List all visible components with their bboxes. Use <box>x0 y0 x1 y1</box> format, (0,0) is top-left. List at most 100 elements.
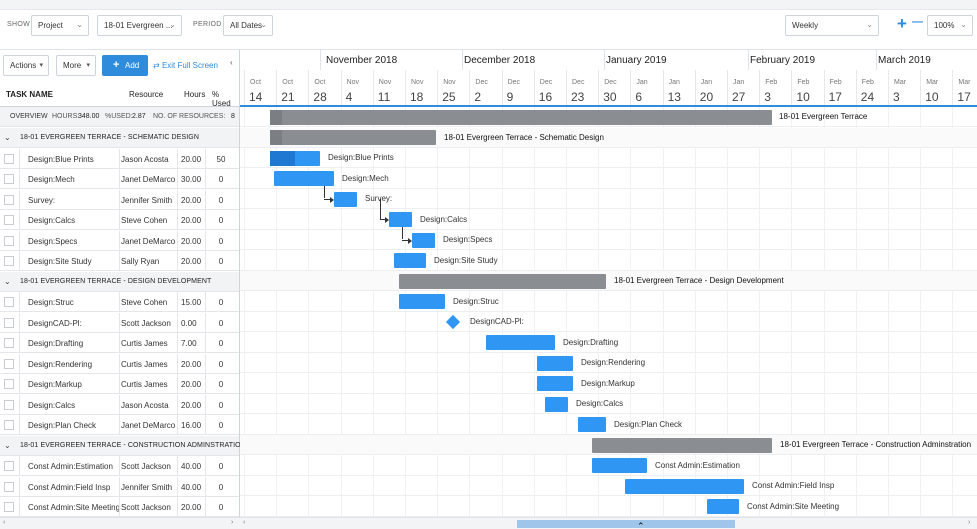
task-row[interactable]: Design:Calcs Jason Acosta 20.00 0 <box>0 394 239 415</box>
column-task-name[interactable]: TASK NAME <box>6 90 53 99</box>
column-divider <box>119 148 120 169</box>
gantt-row <box>240 497 977 517</box>
task-row[interactable]: Design:Struc Steve Cohen 15.00 0 <box>0 292 239 312</box>
gantt-row <box>240 476 977 496</box>
overview-row: OVERVIEW HOURS: 348.00 %USED: 2.87 NO. O… <box>0 107 239 127</box>
scrollbar-thumb[interactable] <box>517 520 735 528</box>
zoom-in-button[interactable]: + <box>897 14 907 34</box>
task-bar[interactable] <box>486 335 555 350</box>
task-row[interactable]: Survey: Jennifer Smith 20.00 0 <box>0 189 239 210</box>
show-select[interactable]: Project ⌄ <box>31 15 89 36</box>
scroll-left-icon[interactable]: ‹ <box>243 519 245 526</box>
week-column-header: Nov 18 <box>405 70 437 105</box>
exit-fullscreen-button[interactable]: ⇄ Exit Full Screen <box>153 61 218 70</box>
column-hours[interactable]: Hours <box>184 90 205 99</box>
zoom-out-button[interactable]: — <box>912 16 923 28</box>
toolbar: SHOW Project ⌄ 18-01 Evergreen ... ⌄ PER… <box>0 10 977 50</box>
top-strip <box>0 0 977 10</box>
chevron-down-icon[interactable]: ⌄ <box>4 133 11 142</box>
task-row[interactable]: Design:Blue Prints Jason Acosta 20.00 50 <box>0 148 239 169</box>
task-bar[interactable] <box>412 232 435 248</box>
row-checkbox[interactable] <box>4 153 14 164</box>
task-bar[interactable] <box>274 171 334 186</box>
task-row[interactable]: Design:Rendering Curtis James 20.00 0 <box>0 353 239 374</box>
scroll-right-icon[interactable]: › <box>231 519 233 526</box>
row-checkbox[interactable] <box>4 297 14 307</box>
summary-bar[interactable] <box>270 130 436 145</box>
column-resource[interactable]: Resource <box>129 90 163 99</box>
task-row[interactable]: Design:Markup Curtis James 20.00 0 <box>0 374 239 394</box>
row-checkbox[interactable] <box>4 399 14 410</box>
week-day: 11 <box>377 90 391 104</box>
summary-bar[interactable] <box>592 437 772 453</box>
row-checkbox[interactable] <box>4 174 14 184</box>
row-checkbox[interactable] <box>4 194 14 205</box>
task-resource: Curtis James <box>121 339 168 348</box>
task-bar[interactable] <box>545 396 568 412</box>
task-bar[interactable] <box>537 355 573 371</box>
collapse-panel-icon[interactable]: ‹ <box>230 58 233 67</box>
summary-bar[interactable] <box>399 273 606 289</box>
row-checkbox[interactable] <box>4 420 14 430</box>
overview-bar[interactable] <box>270 109 772 125</box>
task-bar[interactable] <box>625 478 744 494</box>
task-bar[interactable] <box>537 376 573 391</box>
week-day: 9 <box>506 90 514 104</box>
task-pct-used: 0 <box>218 400 224 410</box>
row-checkbox[interactable] <box>4 481 14 492</box>
task-bar[interactable] <box>334 191 357 207</box>
task-bar[interactable] <box>389 212 412 227</box>
week-column-header: Dec 30 <box>598 70 630 105</box>
week-month: Nov <box>346 79 360 86</box>
task-row[interactable]: DesignCAD-Pl: Scott Jackson 0.00 0 <box>0 312 239 333</box>
task-bar[interactable] <box>270 150 320 166</box>
used-label: %USED: <box>105 113 133 120</box>
task-row[interactable]: Design:Specs Janet DeMarco 20.00 0 <box>0 230 239 251</box>
task-row[interactable]: Design:Calcs Steve Cohen 20.00 0 <box>0 210 239 230</box>
task-bar[interactable] <box>394 253 426 268</box>
zoom-select[interactable]: 100% ⌄ <box>927 15 973 36</box>
row-checkbox[interactable] <box>4 215 14 225</box>
row-checkbox[interactable] <box>4 256 14 266</box>
task-bar[interactable] <box>399 294 445 309</box>
group-row[interactable]: ⌄ 18-01 EVERGREEN TERRACE - DESIGN DEVELO… <box>0 271 239 292</box>
chevron-down-icon[interactable]: ⌄ <box>4 441 11 450</box>
task-bar[interactable] <box>707 499 739 514</box>
row-checkbox[interactable] <box>4 235 14 246</box>
task-resource: Jennifer Smith <box>121 482 173 492</box>
week-day: 24 <box>860 90 875 104</box>
task-name: Design:Plan Check <box>28 421 97 430</box>
column-divider <box>177 189 178 210</box>
task-bar[interactable] <box>578 417 606 432</box>
task-row[interactable]: Design:Plan Check Janet DeMarco 16.00 0 <box>0 415 239 435</box>
group-row[interactable]: ⌄ 18-01 EVERGREEN TERRACE - SCHEMATIC DES… <box>0 128 239 148</box>
task-row[interactable]: Design:Drafting Curtis James 7.00 0 <box>0 333 239 353</box>
task-bar[interactable] <box>592 458 647 473</box>
gantt-horizontal-scrollbar[interactable]: ‹ › <box>240 517 977 529</box>
scroll-right-icon[interactable]: › <box>968 519 970 526</box>
more-button[interactable]: More ▾ <box>56 55 96 76</box>
row-checkbox[interactable] <box>4 317 14 328</box>
task-row[interactable]: Const Admin:Site Meeting Scott Jackson 20.… <box>0 497 239 517</box>
row-checkbox[interactable] <box>4 502 14 512</box>
column-divider <box>177 148 178 169</box>
row-checkbox[interactable] <box>4 379 14 389</box>
task-row[interactable]: Design:Site Study Sally Ryan 20.00 0 <box>0 251 239 271</box>
group-row[interactable]: ⌄ 18-01 EVERGREEN TERRACE - CONSTRUCTION … <box>0 435 246 456</box>
task-row[interactable]: Design:Mech Janet DeMarco 30.00 0 <box>0 169 239 189</box>
row-checkbox[interactable] <box>4 338 14 348</box>
add-button[interactable]: + Add <box>102 55 148 76</box>
row-checkbox[interactable] <box>4 358 14 369</box>
chevron-down-icon[interactable]: ⌄ <box>4 277 11 286</box>
scroll-left-icon[interactable]: ‹ <box>3 519 5 526</box>
column-divider <box>119 353 120 374</box>
task-row[interactable]: Const Admin:Estimation Scott Jackson 40.00… <box>0 456 239 476</box>
grid-horizontal-scrollbar[interactable]: ‹ › <box>0 517 240 529</box>
project-select[interactable]: 18-01 Evergreen ... ⌄ <box>97 15 182 36</box>
task-row[interactable]: Const Admin:Field Insp Jennifer Smith 40.0… <box>0 476 239 497</box>
row-checkbox[interactable] <box>4 461 14 471</box>
chevron-down-icon: ⌄ <box>76 20 83 29</box>
period-select[interactable]: All Dates ⌄ <box>223 15 273 36</box>
scale-select[interactable]: Weekly ⌄ <box>785 15 879 36</box>
actions-button[interactable]: Actions ▾ <box>3 55 49 76</box>
